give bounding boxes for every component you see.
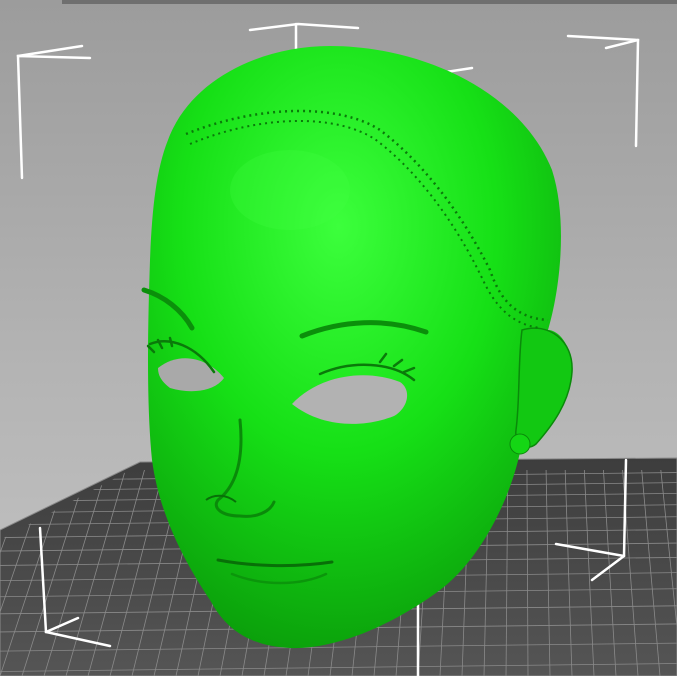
bbox-corner-top-right-2 (604, 38, 640, 50)
earring-stud (509, 433, 531, 455)
bbox-corner-top-center (248, 22, 360, 32)
bbox-corner-top-right (566, 34, 640, 148)
bbox-corner-top-left-2 (16, 44, 84, 58)
ear (515, 327, 573, 448)
3d-viewport[interactable] (0, 0, 677, 676)
bbox-corner-top-left (16, 54, 92, 180)
scene-canvas[interactable] (0, 0, 677, 676)
forehead-highlight (230, 150, 350, 230)
